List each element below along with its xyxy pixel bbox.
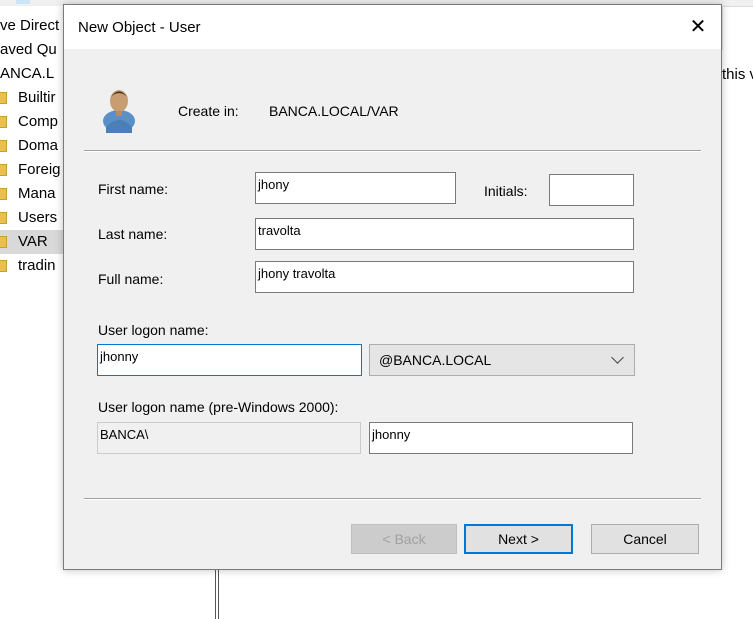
full-name-field[interactable]: jhony travolta [255, 261, 634, 293]
separator [84, 150, 701, 152]
background-splitter[interactable] [215, 566, 219, 619]
tree-item-var[interactable]: VAR [0, 230, 70, 254]
tree-item-label: Foreig [18, 161, 61, 178]
create-in-label: Create in: [178, 103, 239, 119]
initials-label: Initials: [484, 183, 528, 199]
folder-icon [0, 188, 7, 200]
tree-item-label: Users [18, 209, 58, 226]
back-button[interactable]: < Back [351, 524, 457, 554]
folder-icon [0, 116, 7, 128]
background-divider [722, 6, 723, 50]
tree-item-domain[interactable]: ANCA.L [0, 62, 70, 86]
folder-icon [0, 164, 7, 176]
tree-item-managed-service[interactable]: Mana [0, 182, 70, 206]
background-toolbar-highlight [16, 0, 30, 4]
first-name-field[interactable]: jhony [255, 172, 456, 204]
tree-item-label: tradin [18, 257, 56, 274]
tree-item-label: ve Direct [0, 17, 60, 34]
tree-item-saved-queries[interactable]: aved Qu [0, 38, 70, 62]
folder-icon [0, 260, 7, 272]
tree-item-trading[interactable]: tradin [0, 254, 70, 278]
logon-name-field[interactable]: jhonny [97, 344, 362, 376]
new-user-dialog: New Object - User ✕ Create in: BANCA.LOC… [63, 4, 722, 570]
last-name-label: Last name: [98, 226, 168, 242]
create-in-value: BANCA.LOCAL/VAR [269, 103, 399, 119]
tree-item-computers[interactable]: Comp [0, 110, 70, 134]
tree-item-ad-users[interactable]: ve Direct [0, 14, 70, 38]
background-details-text: this v [722, 66, 753, 83]
pre2000-name-field[interactable]: jhonny [369, 422, 633, 454]
initials-field[interactable] [549, 174, 634, 206]
tree-item-label: Mana [18, 185, 56, 202]
tree-item-label: ANCA.L [0, 65, 55, 82]
folder-icon [0, 212, 7, 224]
folder-icon [0, 236, 7, 248]
domain-suffix-value: @BANCA.LOCAL [379, 352, 492, 368]
folder-icon [0, 92, 7, 104]
tree-item-foreign-security[interactable]: Foreig [0, 158, 70, 182]
separator [84, 498, 701, 500]
first-name-label: First name: [98, 181, 169, 197]
tree-item-builtin[interactable]: Builtir [0, 86, 70, 110]
tree-item-label: Comp [18, 113, 59, 130]
logon-name-label: User logon name: [98, 322, 209, 338]
domain-suffix-select[interactable]: @BANCA.LOCAL [369, 344, 635, 376]
close-icon[interactable]: ✕ [675, 5, 721, 49]
tree-item-label: aved Qu [0, 41, 57, 58]
next-button[interactable]: Next > [464, 524, 573, 554]
chevron-down-icon [611, 351, 624, 364]
cancel-button[interactable]: Cancel [591, 524, 699, 554]
dialog-title: New Object - User [78, 19, 201, 36]
pre2000-domain-field: BANCA\ [97, 422, 361, 454]
tree-item-users[interactable]: Users [0, 206, 70, 230]
full-name-label: Full name: [98, 271, 164, 287]
tree-item-label: VAR [18, 233, 48, 250]
last-name-field[interactable]: travolta [255, 218, 634, 250]
folder-icon [0, 140, 7, 152]
tree-item-domain-controllers[interactable]: Doma [0, 134, 70, 158]
user-icon [103, 90, 135, 133]
tree-item-label: Builtir [18, 89, 56, 106]
dialog-titlebar[interactable]: New Object - User ✕ [64, 5, 721, 49]
pre2000-label: User logon name (pre-Windows 2000): [98, 399, 339, 415]
console-tree: ve Direct aved Qu ANCA.L Builtir Comp Do… [0, 6, 70, 619]
tree-item-label: Doma [18, 137, 59, 154]
